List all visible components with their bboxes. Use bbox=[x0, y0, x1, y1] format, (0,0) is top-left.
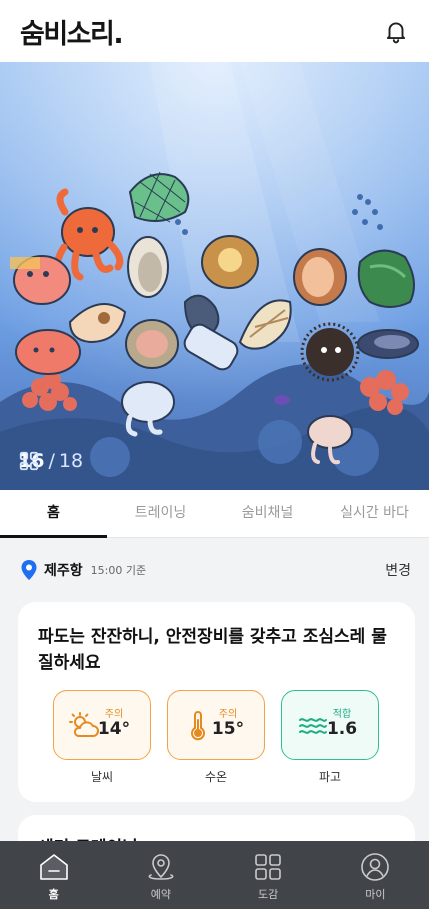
map-pin-icon bbox=[148, 854, 174, 880]
oyster bbox=[125, 319, 179, 369]
main-tabs: 홈 트레이닝 숨비채널 실시간 바다 bbox=[0, 490, 429, 538]
grid-icon[interactable] bbox=[18, 450, 40, 472]
metric-weather-value: 14° bbox=[97, 719, 131, 739]
hero-banner[interactable]: 16/18 bbox=[0, 62, 429, 490]
metric-water-temp-box: 주의 15° bbox=[167, 690, 265, 760]
sea-slug bbox=[274, 395, 290, 405]
nav-encyclopedia-label: 도감 bbox=[258, 888, 279, 901]
clam bbox=[293, 248, 347, 306]
nav-my-label: 마이 bbox=[365, 888, 386, 901]
metric-water-temp-status: 주의 bbox=[218, 709, 238, 720]
grid-icon bbox=[255, 854, 281, 880]
mussel bbox=[357, 329, 419, 359]
home-content: 제주항 15:00 기준 변경 파도는 잔잔하니, 안전장비를 갖추고 조심스레… bbox=[0, 538, 429, 841]
metric-wave-height-box: 적합 1.6 bbox=[281, 690, 379, 760]
location-pin-icon bbox=[21, 560, 37, 580]
metric-wave-height-status: 적합 bbox=[332, 709, 352, 720]
app-logo[interactable]: 숨비소리. bbox=[20, 12, 124, 51]
metric-weather-status: 주의 bbox=[104, 709, 124, 720]
location-row: 제주항 15:00 기준 변경 bbox=[0, 538, 429, 602]
sea-illustration bbox=[0, 62, 429, 490]
tab-home[interactable]: 홈 bbox=[0, 490, 107, 538]
profile-icon bbox=[361, 853, 390, 881]
metric-weather-box: 주의 14° bbox=[53, 690, 151, 760]
nav-home[interactable]: 홈 bbox=[0, 841, 107, 909]
abalone bbox=[127, 236, 169, 298]
location-name: 제주항 bbox=[44, 563, 83, 579]
tab-live-sea[interactable]: 실시간 바다 bbox=[321, 490, 428, 537]
bottom-navigation: 홈 예약 도감 마이 bbox=[0, 841, 429, 909]
slide-counter: 16/18 bbox=[18, 450, 83, 472]
nav-encyclopedia[interactable]: 도감 bbox=[215, 841, 322, 909]
home-icon bbox=[39, 854, 68, 880]
metric-weather-label: 날씨 bbox=[90, 770, 114, 784]
metric-weather[interactable]: 주의 14° 날씨 bbox=[53, 690, 151, 785]
metric-water-temp-value: 15° bbox=[211, 719, 245, 739]
training-card-title: 세미 트레이닝 bbox=[38, 833, 138, 841]
tab-channel[interactable]: 숨비채널 bbox=[214, 490, 321, 537]
metric-wave-height[interactable]: 적합 1.6 파고 bbox=[281, 690, 379, 785]
sea-cucumber bbox=[15, 329, 81, 375]
metric-wave-height-label: 파고 bbox=[318, 770, 342, 784]
metric-water-temp[interactable]: 주의 15° 수온 bbox=[167, 690, 265, 785]
metric-wave-height-value: 1.6 bbox=[326, 719, 358, 739]
conditions-message: 파도는 잔잔하니, 안전장비를 갖추고 조심스레 물질하세요 bbox=[38, 627, 387, 673]
location-time: 15:00 기준 bbox=[90, 564, 147, 577]
training-card[interactable]: 세미 트레이닝 bbox=[18, 815, 415, 841]
tab-training[interactable]: 트레이닝 bbox=[107, 490, 214, 537]
nav-reservation[interactable]: 예약 bbox=[107, 841, 214, 909]
nav-home-label: 홈 bbox=[48, 888, 59, 901]
slide-separator: / bbox=[48, 450, 55, 472]
slide-total: 18 bbox=[58, 450, 84, 472]
change-location-button[interactable]: 변경 bbox=[385, 560, 411, 580]
app-header: 숨비소리. bbox=[0, 0, 429, 62]
nav-reservation-label: 예약 bbox=[150, 888, 171, 901]
nav-my[interactable]: 마이 bbox=[322, 841, 429, 909]
metric-water-temp-label: 수온 bbox=[204, 770, 228, 784]
green-seaweed bbox=[357, 249, 415, 308]
conditions-card: 파도는 잔잔하니, 안전장비를 갖추고 조심스레 물질하세요 주의 14° 날씨 bbox=[18, 602, 415, 802]
bell-icon[interactable] bbox=[383, 18, 409, 44]
